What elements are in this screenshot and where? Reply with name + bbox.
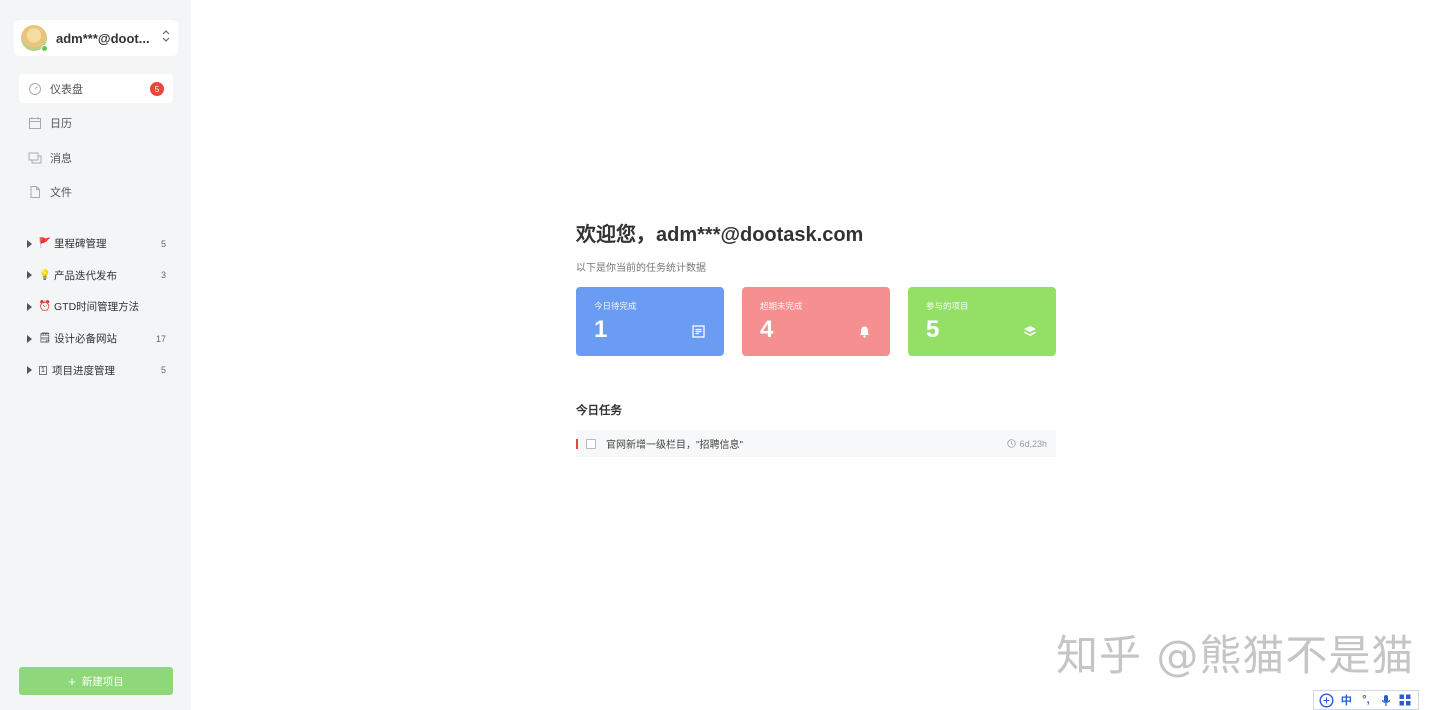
list-icon bbox=[692, 325, 705, 343]
stat-card-today-pending[interactable]: 今日待完成 1 bbox=[576, 287, 724, 356]
watermark: 知乎 @熊猫不是猫 bbox=[1056, 631, 1415, 680]
number-one-icon: 1 bbox=[39, 365, 47, 375]
project-item[interactable]: 💡 产品迭代发布 3 bbox=[24, 260, 172, 292]
ime-toolbar: 中 °, bbox=[1313, 690, 1419, 710]
stat-card-projects[interactable]: 参与的项目 5 bbox=[908, 287, 1056, 356]
priority-indicator bbox=[576, 438, 578, 449]
stats-cards: 今日待完成 1 超期未完成 4 参与的项目 5 bbox=[576, 287, 1056, 356]
calendar-icon bbox=[28, 116, 42, 130]
new-project-button[interactable]: + 新建项目 bbox=[19, 667, 173, 695]
project-name: GTD时间管理方法 bbox=[54, 301, 140, 314]
nav-item-dashboard[interactable]: 仪表盘 5 bbox=[19, 74, 173, 103]
sidebar: adm***@doot... 仪表盘 5 日历 消息 文件 🚩 里程碑管理 5 … bbox=[0, 0, 191, 710]
file-icon bbox=[28, 185, 42, 199]
nav-item-messages[interactable]: 消息 bbox=[19, 143, 173, 172]
project-task-count: 3 bbox=[160, 270, 166, 281]
project-item[interactable]: ⏰ GTD时间管理方法 bbox=[24, 291, 172, 323]
project-task-count: 17 bbox=[155, 333, 166, 344]
dashboard-icon bbox=[28, 82, 42, 96]
project-name: 里程碑管理 bbox=[54, 238, 107, 251]
user-avatar bbox=[21, 25, 48, 52]
project-item[interactable]: 🚩 里程碑管理 5 bbox=[24, 228, 172, 260]
ime-logo-icon[interactable] bbox=[1319, 692, 1335, 708]
task-row[interactable]: 官网新增一级栏目，"招聘信息" 6d,23h bbox=[576, 430, 1056, 457]
expand-arrow-icon[interactable] bbox=[27, 271, 32, 280]
task-time-remaining: 6d,23h bbox=[1007, 439, 1047, 449]
chevron-updown-icon bbox=[162, 30, 170, 44]
welcome-subtitle: 以下是你当前的任务统计数据 bbox=[576, 263, 706, 274]
bell-icon bbox=[858, 325, 871, 343]
nav-label: 文件 bbox=[50, 187, 72, 199]
message-icon bbox=[28, 151, 42, 165]
stat-label: 今日待完成 bbox=[594, 301, 637, 311]
project-name: 产品迭代发布 bbox=[54, 269, 117, 282]
grid-menu-icon[interactable] bbox=[1397, 692, 1413, 708]
stat-label: 超期未完成 bbox=[760, 301, 803, 311]
project-name: 项目进度管理 bbox=[52, 364, 115, 377]
clock-icon bbox=[1007, 439, 1017, 448]
online-status-dot bbox=[41, 45, 48, 52]
project-item[interactable]: 🗒 设计必备网站 17 bbox=[24, 323, 172, 355]
layers-icon bbox=[1023, 325, 1037, 343]
today-tasks-title: 今日任务 bbox=[576, 405, 622, 417]
notepad-icon: 🗒 bbox=[38, 333, 52, 345]
stat-label: 参与的项目 bbox=[926, 301, 969, 311]
alarm-clock-icon: ⏰ bbox=[38, 301, 52, 313]
nav-item-calendar[interactable]: 日历 bbox=[19, 109, 173, 138]
notification-badge: 5 bbox=[150, 82, 164, 96]
task-time-text: 6d,23h bbox=[1019, 438, 1047, 449]
project-item[interactable]: 1 项目进度管理 5 bbox=[24, 354, 172, 386]
plus-icon: + bbox=[68, 673, 76, 689]
flag-icon: 🚩 bbox=[38, 238, 52, 250]
expand-arrow-icon[interactable] bbox=[27, 302, 32, 311]
microphone-icon[interactable] bbox=[1378, 692, 1394, 708]
user-switcher[interactable]: adm***@doot... bbox=[14, 20, 178, 56]
ime-punctuation-toggle[interactable]: °, bbox=[1358, 692, 1374, 708]
ime-language-toggle[interactable]: 中 bbox=[1338, 692, 1354, 708]
welcome-heading: 欢迎您，adm***@dootask.com bbox=[576, 224, 864, 246]
project-task-count: 5 bbox=[160, 238, 166, 249]
expand-arrow-icon[interactable] bbox=[27, 366, 32, 375]
main-nav: 仪表盘 5 日历 消息 文件 bbox=[19, 74, 173, 212]
nav-label: 消息 bbox=[50, 152, 72, 165]
lightbulb-icon: 💡 bbox=[38, 269, 52, 281]
user-name: adm***@doot... bbox=[56, 30, 150, 46]
task-complete-checkbox[interactable] bbox=[586, 438, 596, 449]
nav-item-files[interactable]: 文件 bbox=[19, 178, 173, 207]
task-title: 官网新增一级栏目，"招聘信息" bbox=[606, 440, 744, 451]
nav-label: 日历 bbox=[50, 118, 72, 130]
project-task-count: 5 bbox=[160, 365, 166, 376]
project-name: 设计必备网站 bbox=[54, 333, 117, 346]
expand-arrow-icon[interactable] bbox=[27, 239, 32, 248]
stat-card-overdue[interactable]: 超期未完成 4 bbox=[742, 287, 890, 356]
nav-label: 仪表盘 bbox=[50, 83, 83, 96]
expand-arrow-icon[interactable] bbox=[27, 334, 32, 343]
new-project-label: 新建项目 bbox=[81, 675, 124, 688]
project-list: 🚩 里程碑管理 5 💡 产品迭代发布 3 ⏰ GTD时间管理方法 🗒 设计必备网… bbox=[24, 228, 172, 386]
